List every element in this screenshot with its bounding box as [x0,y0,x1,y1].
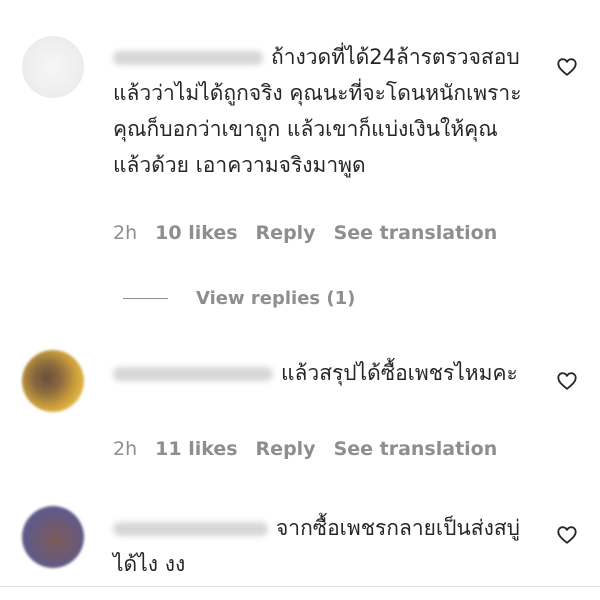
like-heart-icon[interactable] [556,524,578,546]
comment-text: จากซื้อเพชรกลายเป็นส่งสบู่ได้ไง งง [113,516,520,576]
view-replies-label[interactable]: View replies (1) [196,288,355,309]
reply-button[interactable]: Reply [256,438,316,460]
view-replies[interactable]: View replies (1) [123,286,355,310]
comment-time: 2h [113,222,138,244]
see-translation-button[interactable]: See translation [334,438,498,460]
username-blurred[interactable] [113,51,263,65]
comment-meta: 2h 11 likes Reply See translation [113,438,515,460]
comment-avatar[interactable] [22,36,84,98]
like-heart-icon[interactable] [556,370,578,392]
comment-likes[interactable]: 10 likes [155,222,237,244]
comment-text: ถ้างวดที่ได้24ล้ารตรวจสอบแล้วว่าไม่ได้ถู… [113,45,522,177]
view-replies-line [123,297,168,299]
comment-avatar[interactable] [22,506,84,568]
reply-button[interactable]: Reply [256,222,316,244]
comment-avatar[interactable] [22,350,84,412]
comment-likes[interactable]: 11 likes [155,438,237,460]
username-blurred[interactable] [113,367,273,381]
username-blurred[interactable] [113,522,268,536]
comment-text: แล้วสรุปได้ซื้อเพชรไหมคะ [113,355,543,391]
divider [0,586,600,587]
like-heart-icon[interactable] [556,56,578,78]
comment-time: 2h [113,438,138,460]
comment-meta: 2h 10 likes Reply See translation [113,222,515,244]
see-translation-button[interactable]: See translation [334,222,498,244]
